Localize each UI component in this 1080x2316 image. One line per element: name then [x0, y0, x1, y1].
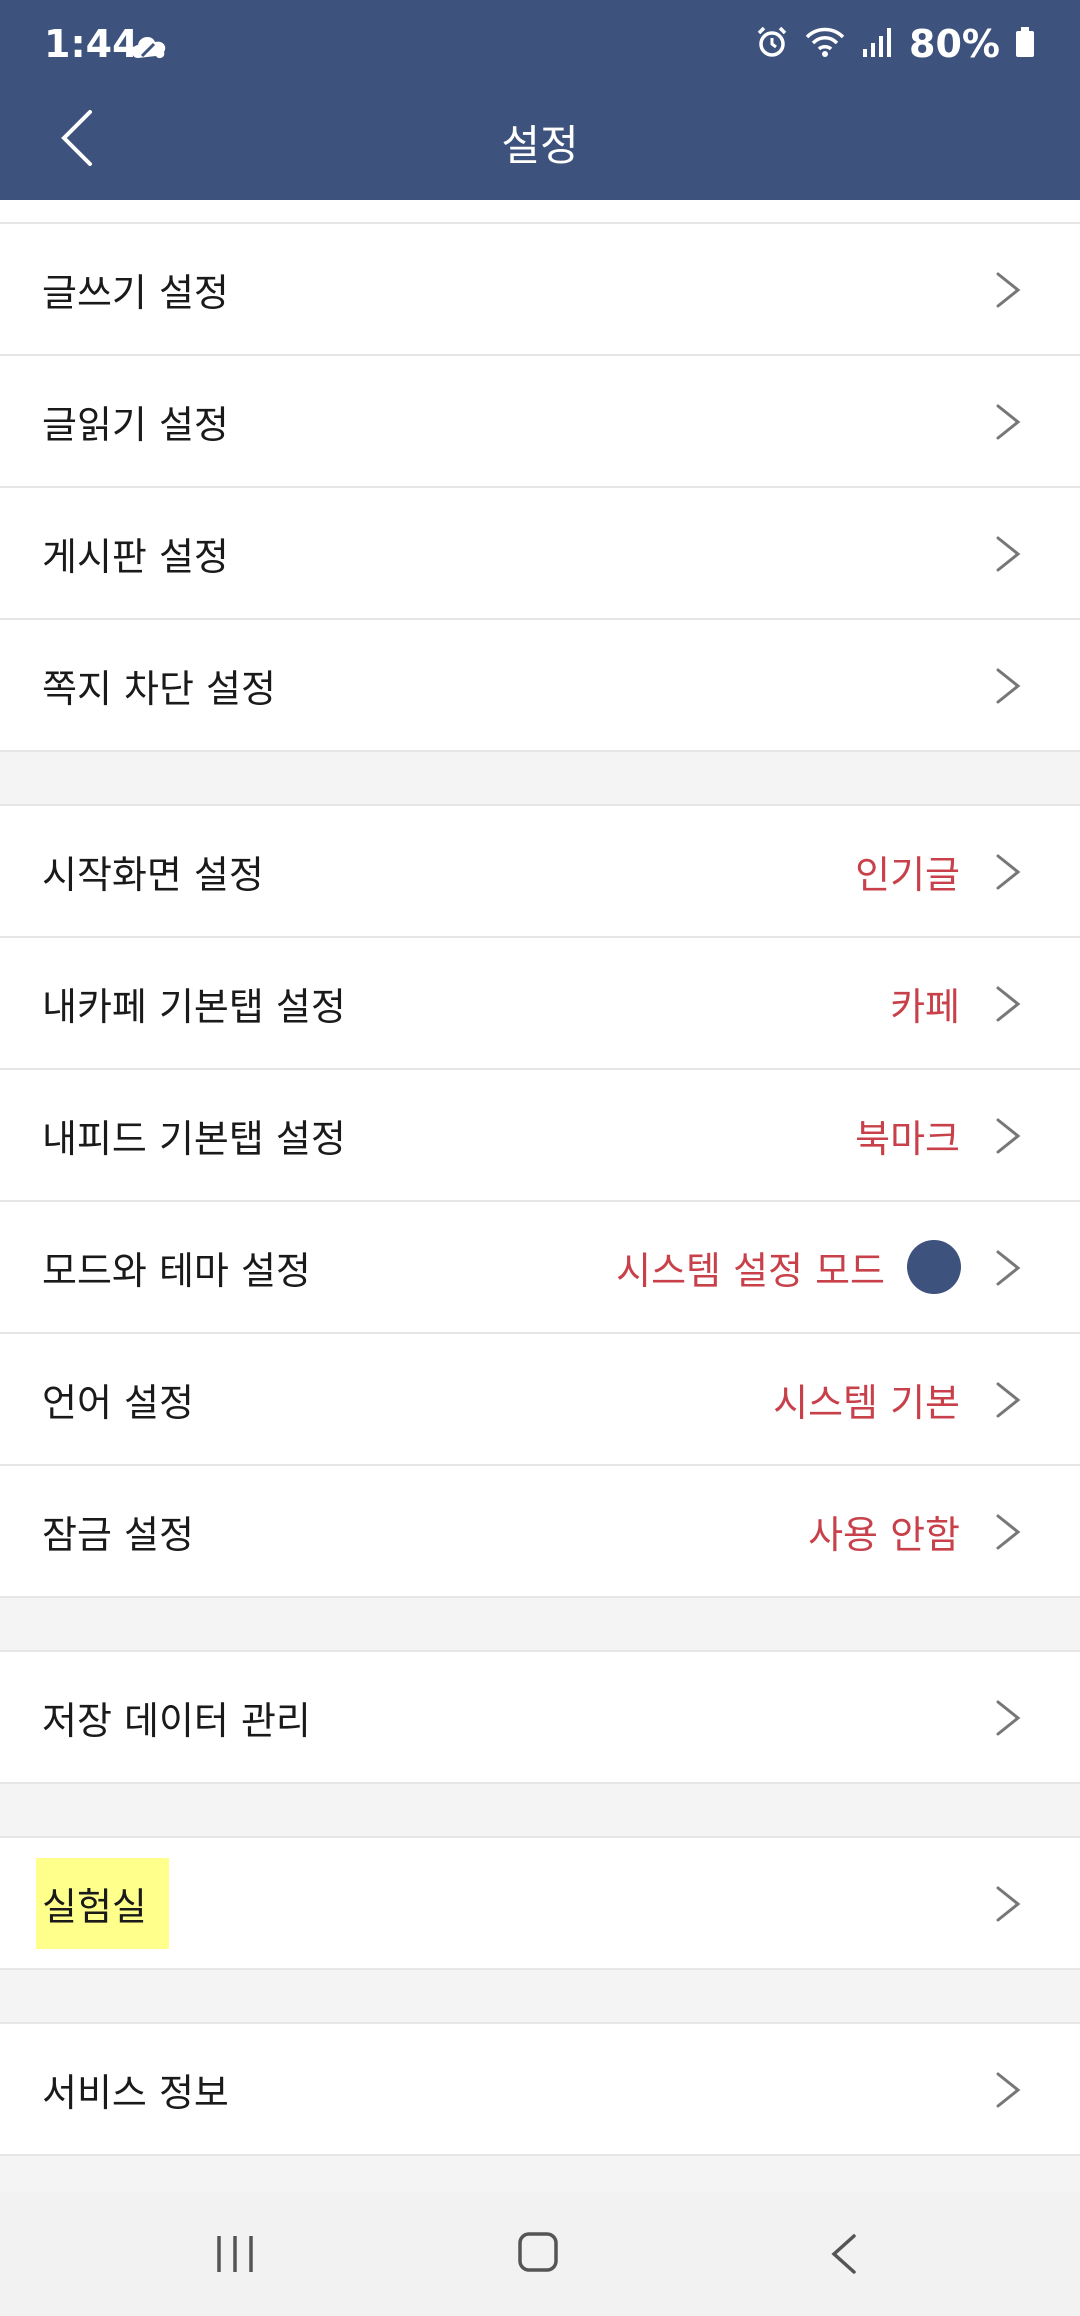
- app-header: 1:44 80% 설정: [0, 0, 1080, 200]
- status-bar: 1:44 80%: [0, 0, 1080, 96]
- system-navigation-bar: [0, 2192, 1080, 2316]
- cloud-notification-icon: [128, 30, 170, 66]
- row-value: 시스템 기본: [773, 1380, 960, 1425]
- settings-group-lab: 실험실: [0, 1836, 1080, 1970]
- message-block-settings-row[interactable]: 쪽지 차단 설정: [0, 618, 1080, 750]
- home-icon[interactable]: [514, 2228, 562, 2280]
- row-label: 시작화면 설정: [42, 852, 264, 897]
- settings-group-info: 서비스 정보: [0, 2022, 1080, 2156]
- chevron-right-icon: [996, 1886, 1021, 1922]
- chevron-right-icon: [996, 986, 1021, 1022]
- row-label: 내피드 기본탭 설정: [42, 1116, 346, 1161]
- status-time: 1:44: [44, 22, 139, 66]
- row-value: 북마크: [855, 1116, 960, 1161]
- mycafe-default-tab-row[interactable]: 내카페 기본탭 설정 카페: [0, 936, 1080, 1068]
- chevron-right-icon: [996, 1118, 1021, 1154]
- chevron-right-icon: [996, 1250, 1021, 1286]
- row-label: 서비스 정보: [42, 2070, 229, 2115]
- service-info-row[interactable]: 서비스 정보: [0, 2024, 1080, 2154]
- recent-apps-icon[interactable]: [213, 2232, 257, 2280]
- row-label: 내카페 기본탭 설정: [42, 984, 346, 1029]
- theme-color-dot: [907, 1240, 961, 1294]
- settings-group-display: 시작화면 설정 인기글 내카페 기본탭 설정 카페 내피드 기본탭 설정 북마크…: [0, 804, 1080, 1598]
- row-label: 게시판 설정: [42, 534, 229, 579]
- lab-row[interactable]: 실험실: [0, 1838, 1080, 1968]
- nav-back-icon[interactable]: [826, 2232, 862, 2280]
- chevron-right-icon: [996, 272, 1021, 308]
- myfeed-default-tab-row[interactable]: 내피드 기본탭 설정 북마크: [0, 1068, 1080, 1200]
- board-settings-row[interactable]: 게시판 설정: [0, 486, 1080, 618]
- start-screen-settings-row[interactable]: 시작화면 설정 인기글: [0, 806, 1080, 936]
- row-label: 저장 데이터 관리: [42, 1698, 311, 1743]
- settings-list: 글쓰기 설정 글읽기 설정 게시판 설정 쪽지 차단 설정 시작화면 설정 인기…: [0, 200, 1080, 2156]
- battery-percent: 80%: [909, 22, 1000, 66]
- chevron-right-icon: [996, 1700, 1021, 1736]
- chevron-right-icon: [996, 668, 1021, 704]
- settings-group-general: 글쓰기 설정 글읽기 설정 게시판 설정 쪽지 차단 설정: [0, 224, 1080, 752]
- chevron-right-icon: [996, 2072, 1021, 2108]
- storage-data-row[interactable]: 저장 데이터 관리: [0, 1652, 1080, 1782]
- row-label: 글쓰기 설정: [42, 270, 229, 315]
- signal-icon: [861, 25, 895, 63]
- chevron-right-icon: [996, 536, 1021, 572]
- settings-group-storage: 저장 데이터 관리: [0, 1650, 1080, 1784]
- top-divider: [0, 200, 1080, 224]
- row-label: 잠금 설정: [42, 1512, 194, 1557]
- language-settings-row[interactable]: 언어 설정 시스템 기본: [0, 1332, 1080, 1464]
- writing-settings-row[interactable]: 글쓰기 설정: [0, 224, 1080, 354]
- row-label: 글읽기 설정: [42, 402, 229, 447]
- battery-icon: [1014, 25, 1036, 63]
- row-label: 쪽지 차단 설정: [42, 666, 276, 711]
- chevron-right-icon: [996, 404, 1021, 440]
- chevron-right-icon: [996, 1514, 1021, 1550]
- reading-settings-row[interactable]: 글읽기 설정: [0, 354, 1080, 486]
- wifi-icon: [803, 25, 847, 63]
- row-label: 실험실: [36, 1857, 169, 1949]
- chevron-right-icon: [996, 854, 1021, 890]
- row-value: 인기글: [855, 852, 960, 897]
- lock-settings-row[interactable]: 잠금 설정 사용 안함: [0, 1464, 1080, 1596]
- status-icons: 80%: [755, 22, 1036, 66]
- row-value: 사용 안함: [808, 1512, 960, 1557]
- row-label: 모드와 테마 설정: [42, 1248, 311, 1293]
- row-value: 시스템 설정 모드: [616, 1248, 885, 1293]
- chevron-right-icon: [996, 1382, 1021, 1418]
- row-value: 카페: [890, 984, 960, 1029]
- row-label: 언어 설정: [42, 1380, 194, 1425]
- page-title: 설정: [501, 121, 579, 170]
- mode-theme-settings-row[interactable]: 모드와 테마 설정 시스템 설정 모드: [0, 1200, 1080, 1332]
- alarm-icon: [755, 25, 789, 63]
